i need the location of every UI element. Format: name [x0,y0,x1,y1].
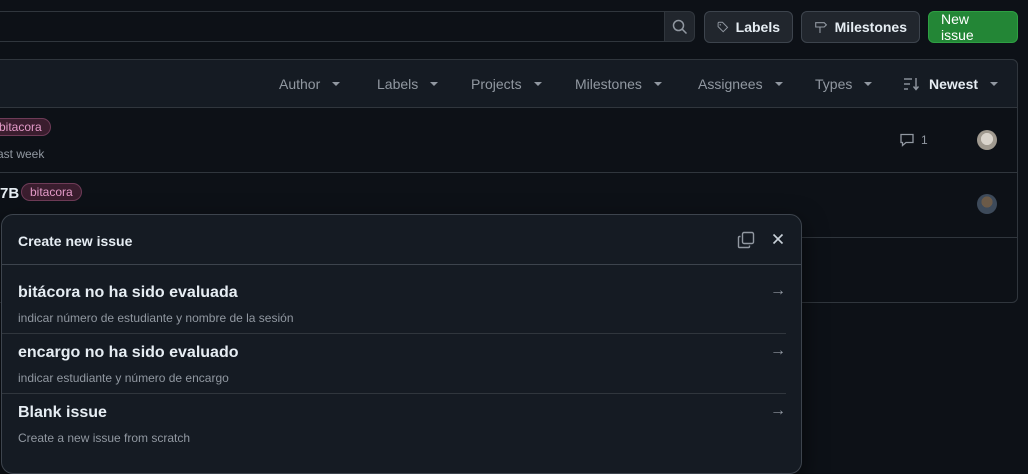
dialog-divider [2,264,801,265]
filter-author[interactable]: Author [279,76,341,92]
sort-newest[interactable]: Newest [903,76,999,92]
dialog-title: Create new issue [18,233,133,249]
chevron-down-icon [332,82,341,86]
duplicate-icon [737,231,755,249]
filter-types-label: Types [815,76,853,92]
milestone-icon [815,22,828,33]
issue-label-bitacora[interactable]: bitacora [21,183,82,201]
arrow-right-icon[interactable]: → [770,282,786,300]
chevron-down-icon [533,82,542,86]
template-title[interactable]: encargo no ha sido evaluado [18,344,239,362]
chevron-down-icon [653,82,662,86]
row-divider [780,237,1018,238]
filter-assignees-label: Assignees [698,76,763,92]
chevron-down-icon [430,82,439,86]
close-button[interactable] [771,232,785,251]
row-divider [0,172,1018,173]
sort-label: Newest [929,76,979,92]
filter-assignees[interactable]: Assignees [698,76,783,92]
comment-count: 1 [921,133,928,147]
template-title[interactable]: bitácora no ha sido evaluada [18,284,238,302]
filter-milestones[interactable]: Milestones [575,76,662,92]
template-description: indicar número de estudiante y nombre de… [18,311,294,325]
chevron-down-icon [864,82,873,86]
search-button[interactable] [664,11,695,42]
filter-projects[interactable]: Projects [471,76,542,92]
avatar[interactable] [977,130,997,150]
chevron-down-icon [774,82,783,86]
template-description: Create a new issue from scratch [18,431,191,445]
arrow-right-icon[interactable]: → [770,342,786,360]
issue-title[interactable]: 7B [0,185,19,202]
comment-icon [900,133,914,147]
new-issue-button-label: New issue [941,11,974,43]
search-input[interactable] [0,11,694,42]
template-description: indicar estudiante y número de encargo [18,371,229,385]
filter-projects-label: Projects [471,76,522,92]
labels-button-label: Labels [735,19,780,35]
milestones-button[interactable]: Milestones [801,11,920,43]
close-icon [772,233,784,245]
filter-types[interactable]: Types [815,76,873,92]
sort-icon [904,78,920,91]
avatar[interactable] [977,194,997,214]
arrow-right-icon[interactable]: → [770,402,786,420]
issue-comments[interactable]: 1 [899,132,928,148]
new-issue-button[interactable]: New issue [928,11,1018,43]
search-icon [672,19,687,34]
issue-meta: ast week [0,147,45,161]
filter-author-label: Author [279,76,321,92]
filter-labels[interactable]: Labels [377,76,439,92]
template-title[interactable]: Blank issue [18,404,107,422]
issue-label-bitacora[interactable]: bitacora [0,118,51,136]
milestones-button-label: Milestones [834,19,907,35]
tag-icon [717,21,729,33]
filter-labels-label: Labels [377,76,419,92]
open-in-new-window-button[interactable] [737,231,755,254]
filter-milestones-label: Milestones [575,76,642,92]
labels-button[interactable]: Labels [704,11,793,43]
template-divider [2,333,786,334]
template-divider [2,393,786,394]
chevron-down-icon [990,82,999,86]
